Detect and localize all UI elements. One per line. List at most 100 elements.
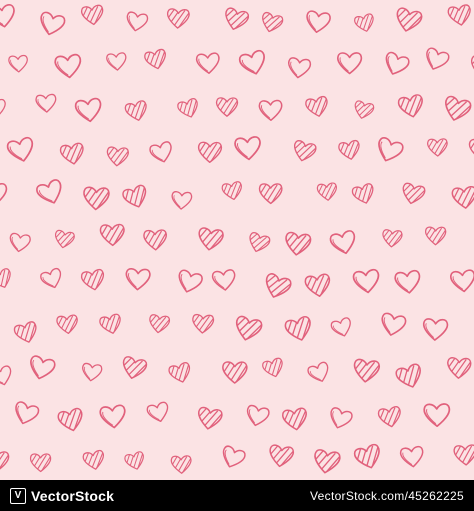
heart-icon [237,48,269,78]
heart-icon [445,354,474,380]
heart-icon [74,97,104,124]
heart-icon [426,136,451,158]
heart-icon [195,223,229,253]
heart-icon [351,355,385,385]
heart-icon [29,451,55,473]
heart-icon [169,453,195,475]
heart-icon [282,228,316,258]
heart-icon [352,268,382,295]
heart-icon [97,310,127,337]
heart-icon [244,228,275,256]
heart-icon [0,364,15,389]
heart-icon [34,177,67,208]
heart-icon [0,264,18,292]
heart-icon [145,400,172,425]
heart-icon [170,190,193,211]
heart-icon [424,224,450,246]
heart-icon [146,311,174,335]
heart-icon [0,448,13,472]
heart-icon [350,439,388,473]
heart-icon [142,226,171,251]
heart-icon [80,362,103,383]
heart-icon [393,269,423,296]
heart-icon [211,268,238,293]
heart-icon [280,403,313,432]
heart-icon [439,91,474,126]
heart-icon [105,51,128,72]
heart-icon [26,354,57,383]
heart-icon [310,445,345,476]
heart-icon [351,97,379,122]
heart-icon [0,182,8,206]
heart-icon [78,265,109,293]
heart-icon [303,92,334,120]
heart-icon [55,311,83,335]
heart-icon [221,358,252,384]
watermark-footer: V VectorStock VectorStock.com/45262225 [0,480,474,511]
heart-icon [259,354,289,381]
heart-icon [52,227,79,251]
heart-icon [395,90,429,121]
heart-icon [326,406,354,432]
heart-icon [218,444,247,472]
heart-icon [174,94,204,121]
heart-icon [194,403,227,433]
heart-icon [35,93,58,114]
heart-icon [423,403,451,428]
brand-mark-icon: V [10,487,26,504]
heart-icon [165,5,194,30]
heart-icon [190,311,218,335]
heart-icon [380,226,406,249]
heart-icon [174,268,204,296]
heart-icon [38,266,66,292]
heart-icon [422,317,449,342]
heart-icon [233,135,263,162]
heart-icon [329,316,355,340]
heart-icon [378,311,408,339]
heart-icon [124,267,151,291]
brand-name: VectorStock [31,487,115,504]
heart-icon [122,96,153,124]
heart-icon [54,403,89,434]
heart-icon [142,45,172,72]
heart-icon [195,52,221,75]
heart-icon [231,311,268,345]
heart-icon [392,358,429,392]
heart-icon [81,183,114,211]
heart-icon [467,51,474,80]
heart-icon [257,8,288,36]
heart-icon [398,179,430,208]
heart-icon [11,317,44,347]
heart-icon [0,98,8,119]
heart-icon [119,180,154,212]
heart-icon [80,446,109,472]
heart-icon [352,10,380,35]
heart-icon [98,403,128,430]
heart-icon [281,311,318,345]
heart-icon [259,268,297,303]
heart-icon [53,53,84,80]
heart-icon [304,9,332,35]
heart-icon [118,352,152,383]
brand-logo: V VectorStock [10,487,115,504]
heart-icon [215,95,242,118]
heart-icon [381,50,411,79]
heart-icon [315,179,341,202]
heart-icon [57,139,89,167]
heart-icon [36,10,67,39]
heart-icon [467,136,474,161]
heart-icon [286,56,312,80]
heart-icon [105,143,133,167]
heart-icon [328,229,359,257]
heart-icon [449,268,474,294]
heart-icon [196,139,225,164]
heart-icon [349,179,380,207]
heart-icon [302,269,336,299]
heart-icon [375,402,406,430]
heart-icon [166,358,197,386]
heart-icon [399,445,426,469]
heart-icon [258,99,283,122]
heart-icon [445,1,474,29]
heart-icon [8,54,29,74]
heart-icon [220,3,254,34]
